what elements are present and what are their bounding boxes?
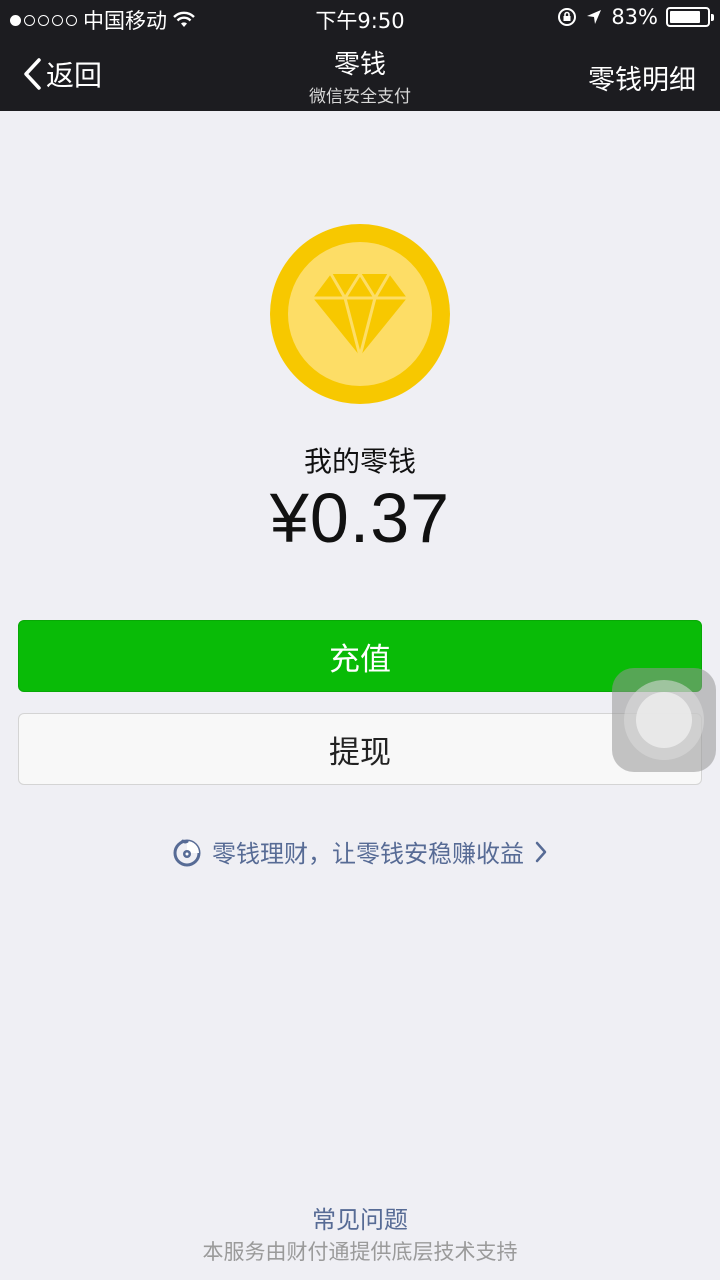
withdraw-button[interactable]: 提现 [18,713,702,785]
status-bar: 中国移动 下午9:50 83% [0,0,720,36]
battery-icon [666,7,714,27]
recharge-button[interactable]: 充值 [18,620,702,692]
assistive-touch-ring [624,680,704,760]
assistive-touch-core [636,692,692,748]
assistive-touch-button[interactable] [612,668,716,772]
footer-note: 本服务由财付通提供底层技术支持 [202,1240,518,1264]
balance-details-link[interactable]: 零钱明细 [588,58,696,97]
balance-label: 我的零钱 [303,445,416,478]
diamond-icon [313,271,407,358]
rotation-lock-icon [558,8,577,26]
faq-link[interactable]: 常见问题 [0,1200,720,1235]
location-arrow-icon [587,10,602,24]
coin-inner [288,242,432,386]
top-bar: 中国移动 下午9:50 83% 返回 零钱 微信安全支付 零钱明细 [0,0,720,111]
promo-text: 零钱理财，让零钱安稳赚收益 [212,840,524,868]
balance-amount: ¥0.37 [269,479,451,557]
wealth-management-link[interactable]: 零钱理财，让零钱安稳赚收益 [0,834,720,869]
status-right: 83% [557,5,714,29]
battery-percent: 83% [611,5,658,29]
wealth-fund-icon [173,838,201,866]
chevron-right-icon [535,841,547,862]
balance-coin-icon [270,224,450,404]
